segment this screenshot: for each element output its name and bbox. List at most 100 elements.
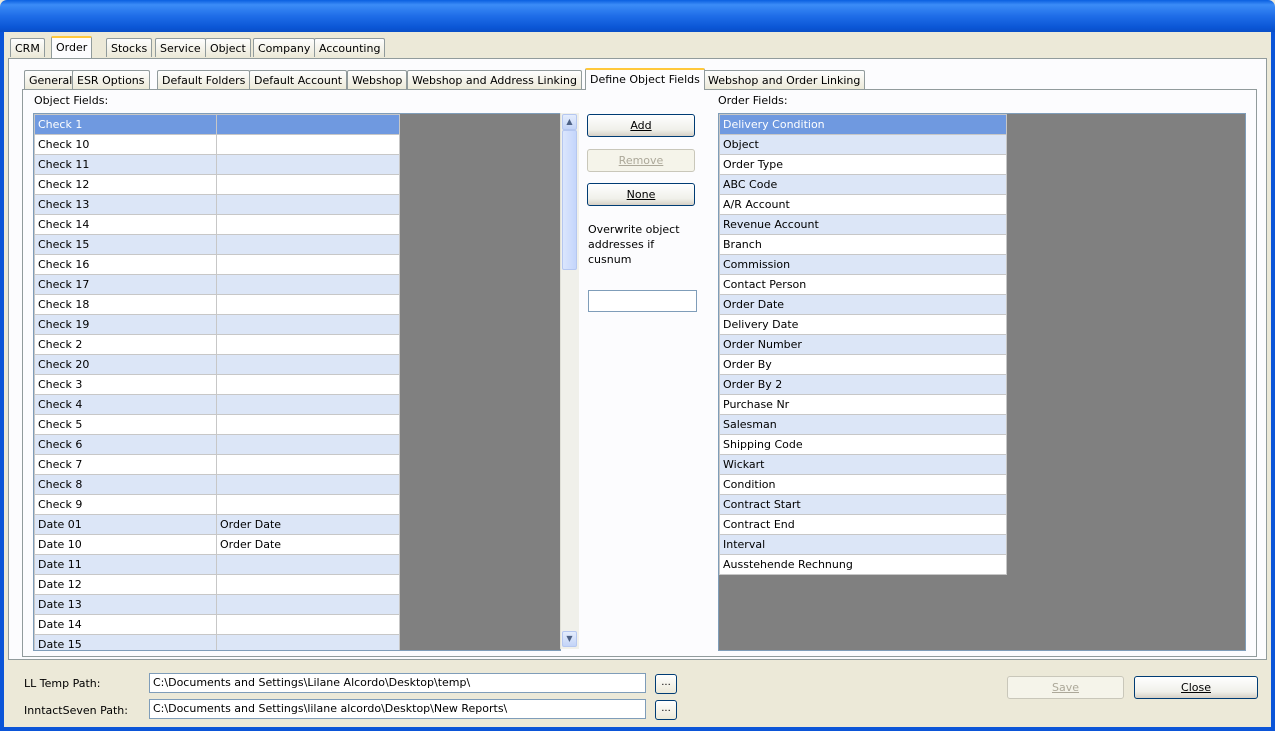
order-field-row[interactable]: Interval [719, 534, 1007, 555]
tab-company[interactable]: Company [253, 38, 316, 57]
tab-general[interactable]: General [24, 70, 78, 89]
order-field-row[interactable]: Contract End [719, 514, 1007, 535]
object-field-mapping [216, 114, 400, 135]
object-field-row[interactable]: Date 13 [34, 594, 400, 615]
scroll-down-icon[interactable]: ▼ [562, 631, 577, 647]
object-field-mapping [216, 474, 400, 495]
object-field-row[interactable]: Check 4 [34, 394, 400, 415]
inntact-browse-button[interactable]: ... [655, 700, 677, 720]
scroll-up-icon[interactable]: ▲ [562, 114, 577, 130]
object-field-name: Check 18 [34, 294, 217, 315]
object-field-row[interactable]: Check 13 [34, 194, 400, 215]
object-field-row[interactable]: Check 14 [34, 214, 400, 235]
object-field-row[interactable]: Check 10 [34, 134, 400, 155]
object-field-row[interactable]: Check 5 [34, 414, 400, 435]
overwrite-input[interactable] [588, 290, 697, 312]
order-field-row[interactable]: Purchase Nr [719, 394, 1007, 415]
none-button[interactable]: None [587, 183, 695, 206]
inntact-path-input[interactable]: C:\Documents and Settings\lilane alcordo… [149, 699, 646, 719]
order-field-row[interactable]: Wickart [719, 454, 1007, 475]
object-field-name: Check 3 [34, 374, 217, 395]
order-field-name: Delivery Date [719, 314, 1007, 335]
remove-button[interactable]: Remove [587, 149, 695, 172]
tab-object[interactable]: Object [205, 38, 251, 57]
tab-stocks[interactable]: Stocks [106, 38, 153, 57]
order-field-name: Order Date [719, 294, 1007, 315]
tab-crm[interactable]: CRM [10, 38, 45, 57]
order-field-row[interactable]: Revenue Account [719, 214, 1007, 235]
object-field-mapping [216, 554, 400, 575]
object-field-row[interactable]: Check 1 [34, 114, 400, 135]
order-field-name: Order By 2 [719, 374, 1007, 395]
main-tab-strip: CRM Order Stocks Service Object Company … [10, 36, 410, 59]
tab-webshop[interactable]: Webshop [347, 70, 408, 89]
tab-default-folders[interactable]: Default Folders [157, 70, 251, 89]
order-field-row[interactable]: Order Type [719, 154, 1007, 175]
tab-esr-options[interactable]: ESR Options [72, 70, 150, 89]
order-field-row[interactable]: Order Number [719, 334, 1007, 355]
object-field-name: Check 7 [34, 454, 217, 475]
tab-default-account[interactable]: Default Account [249, 70, 348, 89]
order-field-row[interactable]: Delivery Condition [719, 114, 1007, 135]
object-field-name: Date 13 [34, 594, 217, 615]
object-field-row[interactable]: Check 19 [34, 314, 400, 335]
object-field-row[interactable]: Date 10 Order Date [34, 534, 400, 555]
object-field-row[interactable]: Check 18 [34, 294, 400, 315]
ll-temp-path-input[interactable]: C:\Documents and Settings\Lilane Alcordo… [149, 673, 646, 693]
window-title-bar[interactable] [0, 0, 1275, 32]
object-field-row[interactable]: Date 12 [34, 574, 400, 595]
order-field-row[interactable]: Contact Person [719, 274, 1007, 295]
order-field-row[interactable]: Delivery Date [719, 314, 1007, 335]
object-field-name: Check 16 [34, 254, 217, 275]
object-field-row[interactable]: Check 7 [34, 454, 400, 475]
order-field-row[interactable]: Branch [719, 234, 1007, 255]
object-field-row[interactable]: Date 01 Order Date [34, 514, 400, 535]
object-field-row[interactable]: Check 15 [34, 234, 400, 255]
object-field-row[interactable]: Check 9 [34, 494, 400, 515]
order-field-row[interactable]: Commission [719, 254, 1007, 275]
order-field-row[interactable]: Condition [719, 474, 1007, 495]
inntact-path-label: InntactSeven Path: [24, 704, 128, 717]
order-field-row[interactable]: Ausstehende Rechnung [719, 554, 1007, 575]
object-fields-scrollbar[interactable]: ▲ ▼ [560, 113, 579, 649]
object-field-row[interactable]: Check 6 [34, 434, 400, 455]
save-button[interactable]: Save [1007, 676, 1124, 699]
tab-service[interactable]: Service [155, 38, 206, 57]
ll-temp-browse-button[interactable]: ... [655, 674, 677, 694]
add-button[interactable]: Add [587, 114, 695, 137]
object-field-row[interactable]: Check 3 [34, 374, 400, 395]
object-field-row[interactable]: Date 14 [34, 614, 400, 635]
close-button[interactable]: Close [1134, 676, 1258, 699]
object-field-row[interactable]: Date 11 [34, 554, 400, 575]
object-field-mapping [216, 394, 400, 415]
order-field-row[interactable]: Order Date [719, 294, 1007, 315]
scroll-thumb[interactable] [562, 130, 577, 270]
tab-order[interactable]: Order [51, 36, 93, 58]
order-field-row[interactable]: A/R Account [719, 194, 1007, 215]
order-field-row[interactable]: Salesman [719, 414, 1007, 435]
object-field-mapping [216, 434, 400, 455]
tab-webshop-address-linking[interactable]: Webshop and Address Linking [407, 70, 582, 89]
order-field-row[interactable]: Contract Start [719, 494, 1007, 515]
object-field-row[interactable]: Check 16 [34, 254, 400, 275]
order-field-name: Salesman [719, 414, 1007, 435]
object-field-row[interactable]: Check 8 [34, 474, 400, 495]
object-field-row[interactable]: Date 15 [34, 634, 400, 650]
tab-define-object-fields[interactable]: Define Object Fields [585, 68, 705, 90]
order-field-row[interactable]: ABC Code [719, 174, 1007, 195]
order-fields-grid[interactable]: Delivery Condition Object Order Type ABC Co… [718, 113, 1246, 651]
object-field-name: Check 5 [34, 414, 217, 435]
object-field-row[interactable]: Check 12 [34, 174, 400, 195]
object-fields-grid[interactable]: Check 1 Check 10 Check 11 Check 12 Check 13 C… [33, 113, 561, 651]
object-field-row[interactable]: Check 11 [34, 154, 400, 175]
object-field-row[interactable]: Check 17 [34, 274, 400, 295]
object-field-row[interactable]: Check 2 [34, 334, 400, 355]
order-field-row[interactable]: Object [719, 134, 1007, 155]
order-field-row[interactable]: Order By [719, 354, 1007, 375]
object-field-row[interactable]: Check 20 [34, 354, 400, 375]
order-field-row[interactable]: Shipping Code [719, 434, 1007, 455]
tab-accounting[interactable]: Accounting [314, 38, 386, 57]
order-field-row[interactable]: Order By 2 [719, 374, 1007, 395]
object-field-mapping [216, 134, 400, 155]
tab-webshop-order-linking[interactable]: Webshop and Order Linking [703, 70, 866, 89]
